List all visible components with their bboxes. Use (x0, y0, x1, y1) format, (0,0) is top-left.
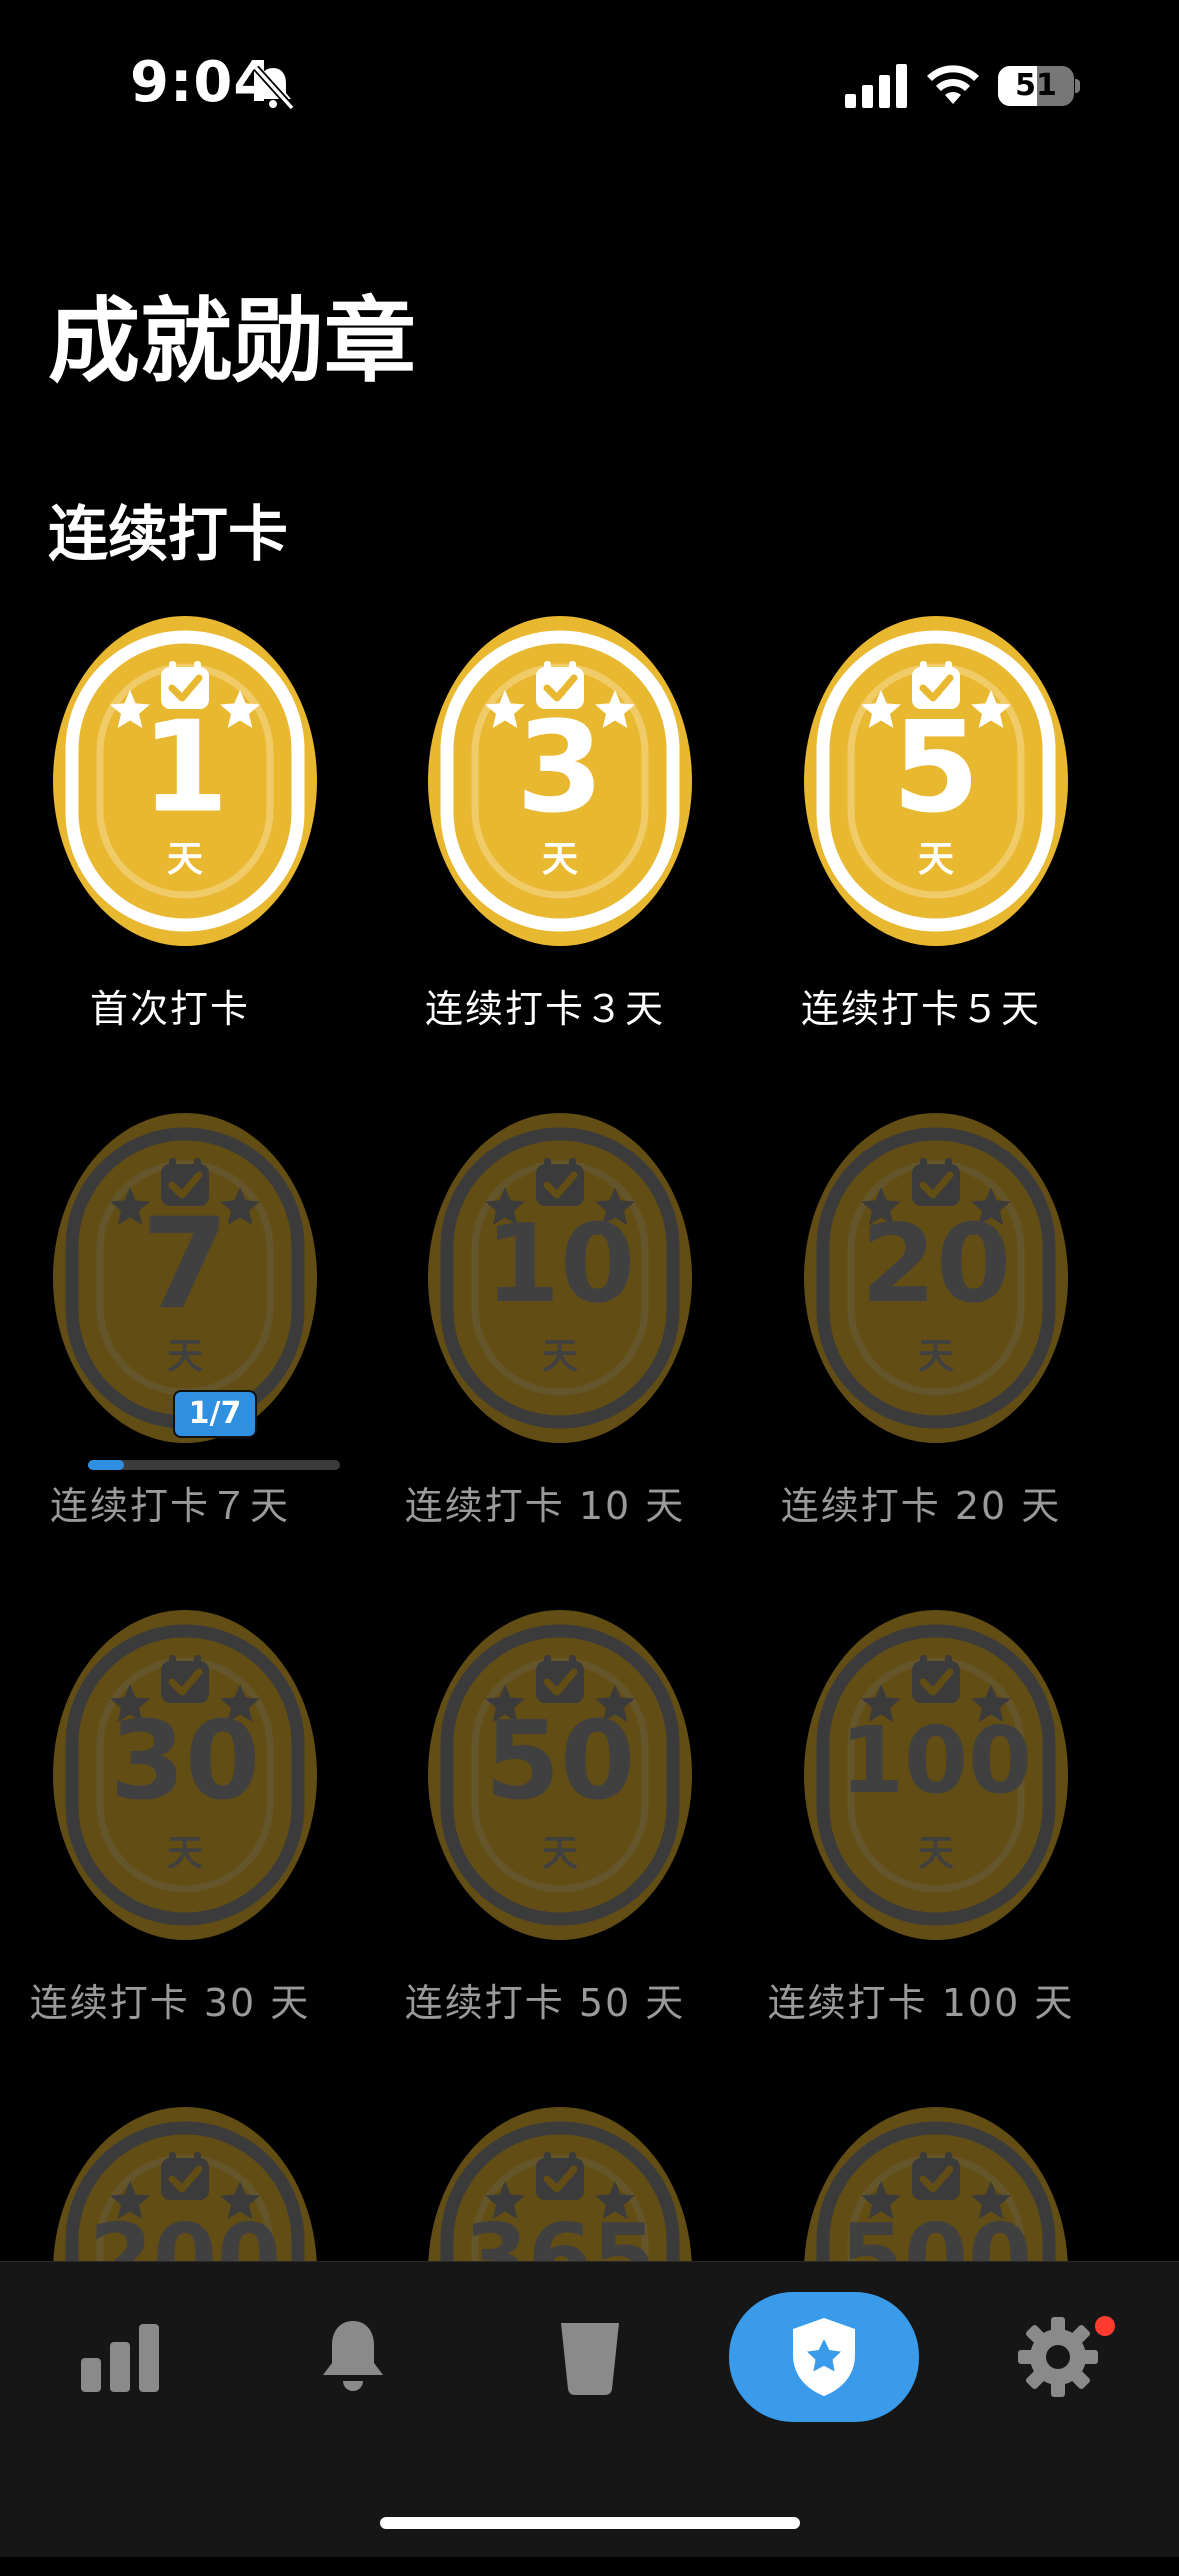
svg-text:天: 天 (542, 1833, 578, 1874)
badge-label: 连续打卡 50 天 (404, 1981, 686, 2025)
badge-label: 连续打卡５天 (800, 987, 1041, 1031)
tab-bar (0, 2261, 1179, 2557)
svg-text:50: 50 (485, 1699, 635, 1824)
cup-icon (561, 2323, 619, 2395)
badge-label: 连续打卡７天 (49, 1484, 290, 1528)
tab-reminders[interactable] (258, 2292, 448, 2422)
shield-star-icon (793, 2318, 855, 2396)
svg-text:100: 100 (840, 1707, 1032, 1814)
wifi-icon (927, 65, 979, 104)
medal-icon: 1 天 (52, 615, 318, 947)
svg-text:7: 7 (141, 1190, 229, 1337)
svg-text:20: 20 (861, 1202, 1011, 1327)
badge-7-days[interactable]: 7 天 连续打卡７天 (20, 1112, 320, 1582)
medal-icon: 5 天 (803, 615, 1069, 947)
bell-icon (323, 2321, 383, 2391)
svg-text:天: 天 (542, 839, 578, 880)
tab-achievements[interactable] (729, 2292, 919, 2422)
badge-1-days[interactable]: 1 天 首次打卡 (20, 615, 320, 1085)
home-indicator[interactable] (380, 2517, 800, 2529)
svg-text:1: 1 (141, 693, 229, 840)
svg-text:天: 天 (918, 1833, 954, 1874)
tab-cup[interactable] (495, 2292, 685, 2422)
page-title: 成就勋章 (48, 288, 417, 395)
badge-100-days[interactable]: 100 天 连续打卡 100 天 (768, 1609, 1072, 2079)
svg-text:天: 天 (167, 1833, 203, 1874)
bar-chart-icon (81, 2324, 159, 2392)
progress-bar (88, 1460, 340, 1470)
badge-10-days[interactable]: 10 天 连续打卡 10 天 (395, 1112, 695, 1582)
svg-text:30: 30 (110, 1699, 260, 1824)
badge-label: 连续打卡 10 天 (404, 1484, 686, 1528)
svg-text:天: 天 (167, 839, 203, 880)
medal-icon: 50 天 (427, 1609, 693, 1941)
medal-icon: 30 天 (52, 1609, 318, 1941)
svg-text:10: 10 (485, 1202, 635, 1327)
svg-text:3: 3 (516, 693, 604, 840)
badge-3-days[interactable]: 3 天 连续打卡３天 (395, 615, 695, 1085)
svg-text:天: 天 (542, 1336, 578, 1377)
badge-label: 连续打卡 20 天 (780, 1484, 1062, 1528)
medal-icon: 20 天 (803, 1112, 1069, 1444)
badge-30-days[interactable]: 30 天 连续打卡 30 天 (20, 1609, 320, 2079)
medal-icon: 10 天 (427, 1112, 693, 1444)
svg-text:天: 天 (918, 839, 954, 880)
badge-20-days[interactable]: 20 天 连续打卡 20 天 (771, 1112, 1071, 1582)
progress-pill: 1/7 (173, 1390, 257, 1438)
svg-text:天: 天 (918, 1336, 954, 1377)
svg-text:天: 天 (167, 1336, 203, 1377)
bell-muted-icon (253, 65, 295, 111)
section-title: 连续打卡 (48, 500, 288, 570)
badge-label: 连续打卡 100 天 (767, 1981, 1075, 2025)
svg-text:5: 5 (892, 693, 980, 840)
status-bar: 9:04 51 (0, 0, 1179, 170)
cellular-signal-icon (845, 64, 907, 108)
badge-label: 首次打卡 (89, 987, 250, 1031)
tab-statistics[interactable] (26, 2292, 216, 2422)
badge-50-days[interactable]: 50 天 连续打卡 50 天 (395, 1609, 695, 2079)
badge-label: 连续打卡 30 天 (29, 1981, 311, 2025)
gear-icon (1018, 2317, 1098, 2397)
battery-level-text: 51 (1015, 68, 1057, 103)
medal-icon: 3 天 (427, 615, 693, 947)
battery-indicator: 51 (998, 62, 1080, 108)
tab-settings[interactable] (963, 2292, 1153, 2422)
badge-5-days[interactable]: 5 天 连续打卡５天 (771, 615, 1071, 1085)
notification-dot (1095, 2316, 1115, 2336)
badge-label: 连续打卡３天 (424, 987, 665, 1031)
medal-icon: 100 天 (803, 1609, 1069, 1941)
badge-grid: 1 天 首次打卡 3 天 连续打卡３天 5 天 连续打卡５天 7 天 连续打卡７… (0, 615, 1179, 2437)
